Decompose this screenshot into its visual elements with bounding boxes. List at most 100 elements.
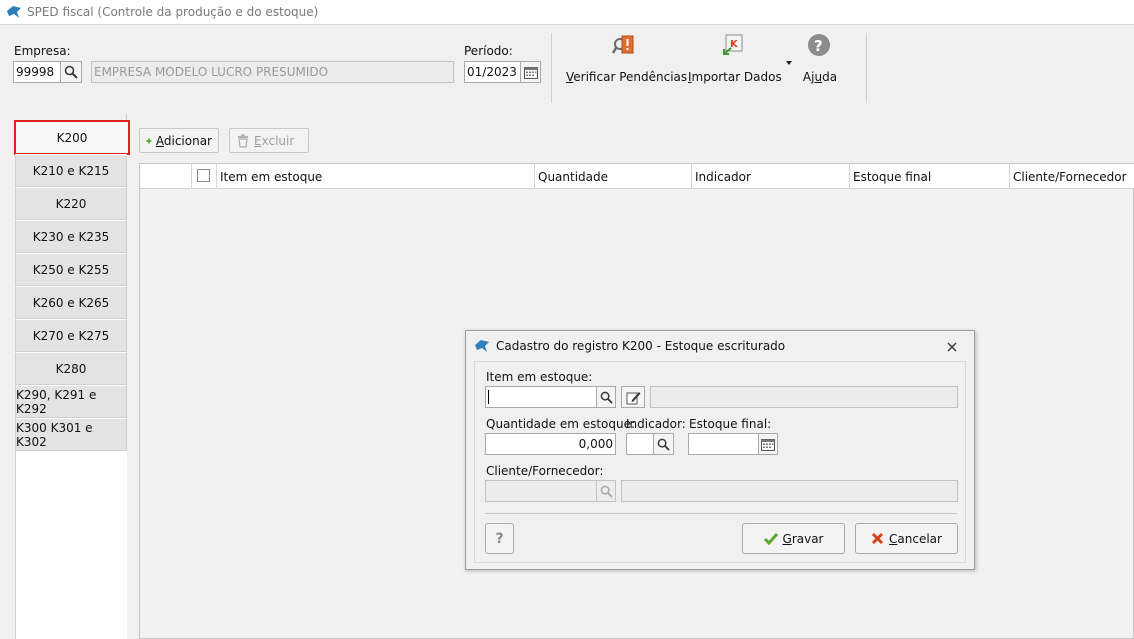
- search-icon: [64, 65, 78, 79]
- quantidade-value: 0,000: [578, 437, 613, 451]
- tab-label: K220: [55, 196, 87, 211]
- periodo-value: 01/2023: [467, 65, 517, 79]
- verificar-pendencias-button[interactable]: Verificar Pendências: [566, 32, 688, 92]
- tab-label: K200: [56, 130, 88, 145]
- gravar-label: Gravar: [782, 531, 824, 546]
- close-icon[interactable]: [947, 342, 957, 352]
- calendar-icon: [523, 66, 538, 79]
- adicionar-label: Adicionar: [155, 133, 212, 148]
- estoque-final-label: Estoque final:: [689, 417, 772, 431]
- grid-header: Item em estoque Quantidade Indicador Est…: [140, 164, 1134, 189]
- grid-header-indicador[interactable]: Indicador: [691, 164, 849, 189]
- search-icon: [657, 438, 670, 451]
- indicador-search-button[interactable]: [653, 433, 674, 455]
- gravar-button[interactable]: Gravar: [742, 523, 845, 554]
- toolbar-separator: [866, 33, 867, 103]
- tab-label: K280: [55, 361, 87, 376]
- cliente-description-field: [621, 480, 958, 502]
- tab-label: K260 e K265: [32, 295, 110, 310]
- importar-dados-label: Importar Dados: [688, 70, 782, 84]
- cancelar-button[interactable]: Cancelar: [855, 523, 958, 554]
- cancelar-label: Cancelar: [889, 531, 942, 546]
- tab-label: K230 e K235: [32, 229, 110, 244]
- plus-icon: [146, 137, 152, 144]
- item-estoque-input[interactable]: [485, 386, 597, 408]
- text-cursor: [488, 390, 489, 404]
- cliente-search-button: [596, 480, 616, 502]
- excluir-button[interactable]: Excluir: [229, 128, 309, 153]
- toolbar-separator: [551, 33, 552, 103]
- tab-k220[interactable]: K220: [15, 187, 127, 220]
- indicador-label: Indicador:: [626, 417, 686, 431]
- dialog-help-button[interactable]: ?: [485, 523, 514, 554]
- dialog-title-bar: Cadastro do registro K200 - Estoque escr…: [466, 331, 974, 361]
- verify-pending-icon: [612, 35, 634, 54]
- dialog-form-panel: Item em estoque: Quantidade em estoque: …: [474, 361, 966, 563]
- dropdown-arrow-icon[interactable]: [786, 61, 792, 65]
- periodo-input[interactable]: 01/2023: [464, 61, 522, 83]
- help-icon: ?: [808, 34, 830, 56]
- empresa-label: Empresa:: [14, 44, 71, 58]
- estoque-final-input[interactable]: [688, 433, 760, 455]
- question-icon: ?: [495, 530, 504, 547]
- app-logo-icon: [475, 340, 489, 352]
- empresa-search-button[interactable]: [60, 61, 82, 83]
- quantidade-label: Quantidade em estoque:: [486, 417, 636, 431]
- tab-k230-k235[interactable]: K230 e K235: [15, 220, 127, 253]
- excluir-label: Excluir: [254, 133, 295, 148]
- tab-k280[interactable]: K280: [15, 352, 127, 385]
- app-logo-icon: [7, 6, 21, 18]
- item-estoque-label: Item em estoque:: [486, 370, 593, 384]
- periodo-label: Período:: [464, 44, 513, 58]
- svg-text:?: ?: [814, 37, 823, 55]
- tab-label: K210 e K215: [32, 163, 110, 178]
- ajuda-button[interactable]: ? Ajuda: [800, 32, 840, 92]
- cancel-x-icon: [871, 532, 884, 545]
- indicador-input[interactable]: [626, 433, 654, 455]
- grid-header-estoque-final[interactable]: Estoque final: [849, 164, 1009, 189]
- search-icon: [600, 391, 613, 404]
- empresa-name-field: EMPRESA MODELO LUCRO PRESUMIDO: [91, 61, 454, 83]
- check-icon: [763, 532, 778, 545]
- importar-dados-button[interactable]: K Importar Dados: [688, 32, 782, 92]
- tab-label: K250 e K255: [32, 262, 110, 277]
- calendar-icon: [761, 438, 775, 451]
- tab-label: K270 e K275: [32, 328, 110, 343]
- trash-icon: [238, 134, 248, 148]
- window-title: SPED fiscal (Controle da produção e do e…: [27, 5, 319, 19]
- edit-icon: [626, 391, 640, 404]
- tab-k270-k275[interactable]: K270 e K275: [15, 319, 127, 352]
- tab-label: K300 K301 e K302: [16, 420, 93, 449]
- grid-header-quantidade[interactable]: Quantidade: [534, 164, 691, 189]
- tab-k210-k215[interactable]: K210 e K215: [15, 154, 127, 187]
- dialog-divider: [485, 513, 957, 514]
- tabs-panel-background: [15, 450, 127, 639]
- tab-k300-k301-k302[interactable]: K300 K301 e K302: [15, 418, 127, 451]
- select-all-checkbox[interactable]: [197, 169, 210, 182]
- cliente-fornecedor-input: [485, 480, 597, 502]
- tab-k290-k291-k292[interactable]: K290, K291 e K292: [15, 385, 127, 418]
- empresa-code-input[interactable]: 99998: [13, 61, 61, 83]
- item-search-button[interactable]: [596, 386, 616, 408]
- tab-k260-k265[interactable]: K260 e K265: [15, 286, 127, 319]
- tab-label: K290, K291 e K292: [16, 387, 97, 416]
- verificar-pendencias-label: Verificar Pendências: [566, 70, 688, 84]
- grid-header-cliente-fornecedor[interactable]: Cliente/Fornecedor: [1009, 164, 1134, 189]
- quantidade-input[interactable]: 0,000: [485, 433, 616, 455]
- empresa-name-value: EMPRESA MODELO LUCRO PRESUMIDO: [94, 65, 329, 79]
- adicionar-button[interactable]: Adicionar: [139, 128, 219, 153]
- tab-k200[interactable]: K200: [14, 120, 130, 155]
- search-icon: [600, 485, 613, 498]
- periodo-calendar-button[interactable]: [520, 61, 541, 83]
- tab-k250-k255[interactable]: K250 e K255: [15, 253, 127, 286]
- item-edit-button[interactable]: [621, 386, 645, 408]
- grid-header-item[interactable]: Item em estoque: [216, 164, 534, 189]
- empresa-code-value: 99998: [16, 65, 55, 79]
- cliente-fornecedor-label: Cliente/Fornecedor:: [486, 464, 604, 478]
- window-title-bar: SPED fiscal (Controle da produção e do e…: [0, 0, 1134, 25]
- grid-header-select-all[interactable]: [191, 164, 216, 189]
- k200-register-dialog: Cadastro do registro K200 - Estoque escr…: [465, 330, 975, 570]
- ajuda-label: Ajuda: [802, 70, 838, 84]
- estoque-final-calendar-button[interactable]: [758, 433, 778, 455]
- dialog-title: Cadastro do registro K200 - Estoque escr…: [496, 339, 786, 353]
